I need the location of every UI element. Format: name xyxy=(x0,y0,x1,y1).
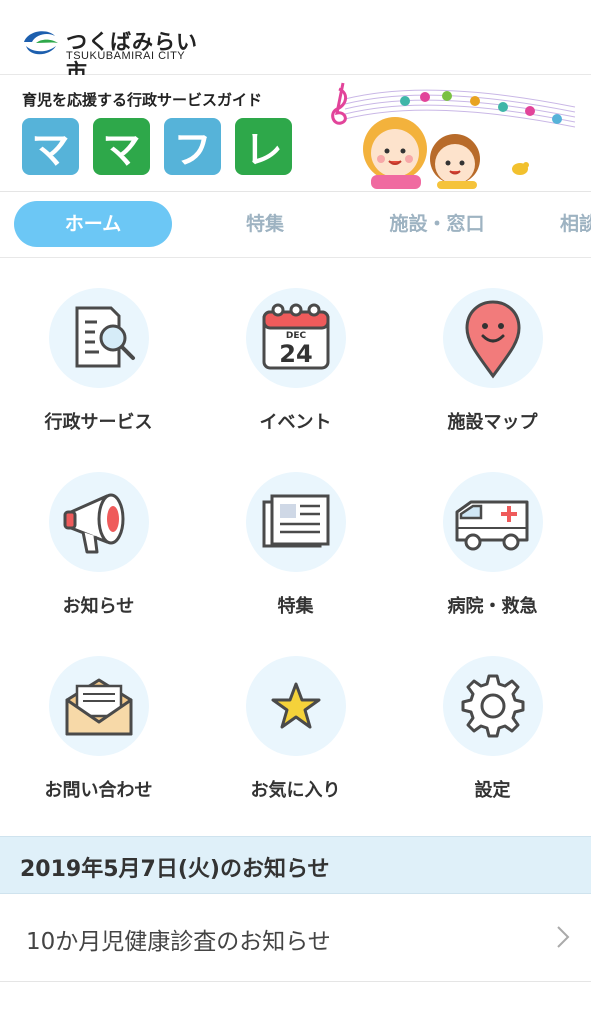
city-name-english: TSUKUBAMIRAI CITY xyxy=(66,50,186,62)
menu-item-events[interactable]: DEC 24 イベント xyxy=(197,258,394,442)
newspaper-icon xyxy=(262,494,330,548)
tab-consultation[interactable]: 相談 xyxy=(560,201,591,247)
menu-item-contact[interactable]: お問い合わせ xyxy=(0,626,197,810)
icon-background: DEC 24 xyxy=(246,288,346,388)
tab-features[interactable]: 特集 xyxy=(215,201,315,247)
icon-background xyxy=(443,472,543,572)
logo-tile: レ xyxy=(235,118,292,175)
banner-tagline: 育児を応援する行政サービスガイド xyxy=(22,91,263,109)
news-list-item[interactable]: 10か月児健康診査のお知らせ xyxy=(0,894,591,982)
icon-background xyxy=(49,472,149,572)
news-item-title: 10か月児健康診査のお知らせ xyxy=(26,929,331,955)
ambulance-icon xyxy=(455,500,529,551)
menu-item-label: 病院・救急 xyxy=(447,596,538,617)
tab-home[interactable]: ホーム xyxy=(14,201,172,247)
gear-icon xyxy=(461,674,525,738)
menu-grid: 行政サービス DEC 24 イベント 施設マップ お知らせ 特集 病院・救急 お… xyxy=(0,258,591,836)
logo-tile: マ xyxy=(93,118,150,175)
menu-item-label: お気に入り xyxy=(250,780,341,801)
document-search-icon xyxy=(75,306,135,368)
city-logo[interactable]: つくばみらい市 TSUKUBAMIRAI CITY xyxy=(22,26,202,84)
menu-item-settings[interactable]: 設定 xyxy=(394,626,591,810)
tab-bar: ホーム 特集 施設・窓口 相談 xyxy=(0,192,591,258)
menu-item-label: 行政サービス xyxy=(44,412,153,433)
menu-item-hospital[interactable]: 病院・救急 xyxy=(394,442,591,626)
app-banner: 育児を応援する行政サービスガイド マ マ フ レ xyxy=(0,75,591,192)
logo-tile: マ xyxy=(22,118,79,175)
icon-background xyxy=(246,472,346,572)
app-logo: マ マ フ レ xyxy=(22,118,292,175)
menu-item-label: 特集 xyxy=(277,596,314,617)
megaphone-icon xyxy=(63,493,125,554)
menu-item-notices[interactable]: お知らせ xyxy=(0,442,197,626)
app-header: つくばみらい市 TSUKUBAMIRAI CITY xyxy=(0,0,591,84)
news-date-header: 2019年5月7日(火)のお知らせ xyxy=(0,836,591,894)
children-illustration xyxy=(331,82,576,189)
icon-background xyxy=(246,656,346,756)
envelope-icon xyxy=(65,678,133,736)
menu-item-label: お知らせ xyxy=(62,596,135,617)
chevron-right-icon xyxy=(557,926,570,948)
menu-item-label: 設定 xyxy=(474,780,511,801)
menu-item-label: 施設マップ xyxy=(447,412,538,433)
menu-item-features[interactable]: 特集 xyxy=(197,442,394,626)
icon-background xyxy=(49,656,149,756)
logo-tile: フ xyxy=(164,118,221,175)
calendar-icon: DEC 24 xyxy=(262,303,330,370)
icon-background xyxy=(443,656,543,756)
menu-item-favorites[interactable]: お気に入り xyxy=(197,626,394,810)
icon-background xyxy=(443,288,543,388)
menu-item-services[interactable]: 行政サービス xyxy=(0,258,197,442)
tab-facilities[interactable]: 施設・窓口 xyxy=(372,201,502,247)
city-mark-icon xyxy=(24,31,58,55)
menu-item-facility-map[interactable]: 施設マップ xyxy=(394,258,591,442)
menu-item-label: イベント xyxy=(259,412,332,433)
map-pin-icon xyxy=(465,300,521,379)
star-icon xyxy=(271,682,321,729)
icon-background xyxy=(49,288,149,388)
menu-item-label: お問い合わせ xyxy=(44,780,153,801)
calendar-day: 24 xyxy=(279,340,312,368)
news-date: 2019年5月7日(火)のお知らせ xyxy=(20,857,330,882)
